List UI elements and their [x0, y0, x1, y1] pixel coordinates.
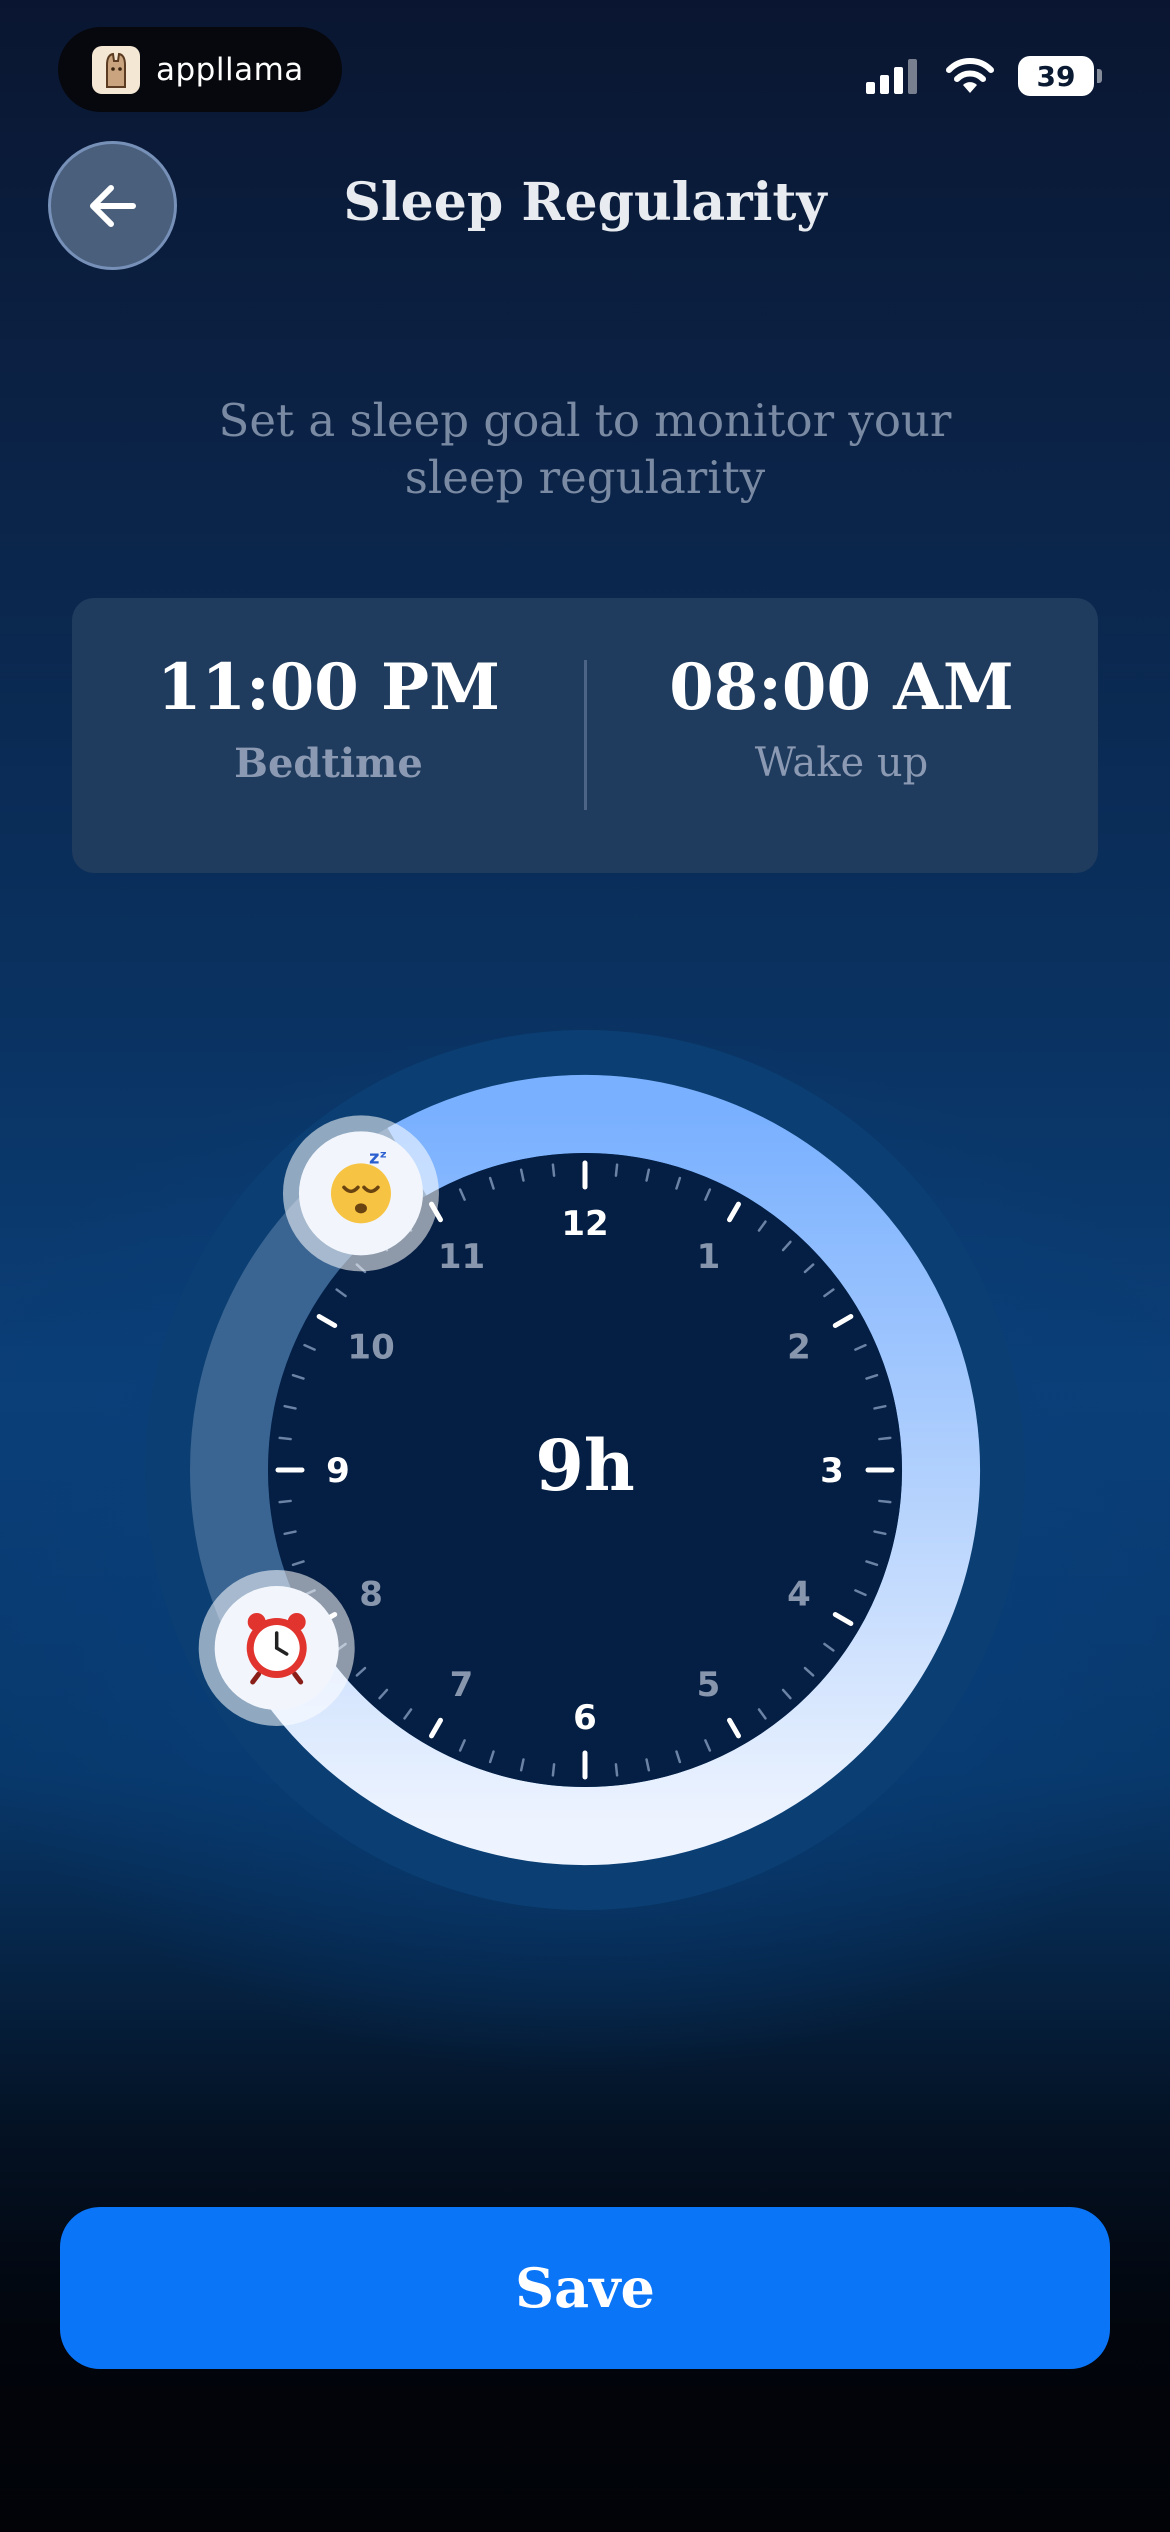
minute-tick	[614, 1763, 619, 1777]
hour-label: 7	[450, 1665, 474, 1705]
minute-tick	[278, 1436, 292, 1441]
minute-tick	[878, 1499, 892, 1504]
hour-label: 2	[787, 1328, 811, 1368]
hour-label: 11	[438, 1237, 485, 1277]
hour-label: 5	[697, 1665, 721, 1705]
save-button[interactable]: Save	[60, 2207, 1110, 2369]
wakeup-handle[interactable]	[198, 1570, 355, 1726]
minute-tick	[551, 1763, 556, 1777]
hour-label: 9	[326, 1451, 350, 1491]
hour-label: 3	[820, 1451, 844, 1491]
hour-label: 8	[359, 1575, 383, 1615]
minute-tick	[878, 1436, 892, 1441]
hour-label: 10	[347, 1328, 394, 1368]
bedtime-handle[interactable]: zᶻ	[282, 1115, 439, 1272]
svg-text:zᶻ: zᶻ	[369, 1147, 387, 1168]
sleep-clock-dial[interactable]: 121234567891011 9h zᶻ	[0, 0, 1170, 2532]
minute-tick	[614, 1163, 619, 1177]
hour-label: 12	[561, 1204, 608, 1244]
hour-label: 4	[787, 1575, 811, 1615]
minute-tick	[551, 1163, 556, 1177]
hour-label: 6	[573, 1698, 597, 1738]
minute-tick	[278, 1499, 292, 1504]
hour-label: 1	[697, 1237, 721, 1277]
sleep-duration-label: 9h	[535, 1424, 635, 1507]
